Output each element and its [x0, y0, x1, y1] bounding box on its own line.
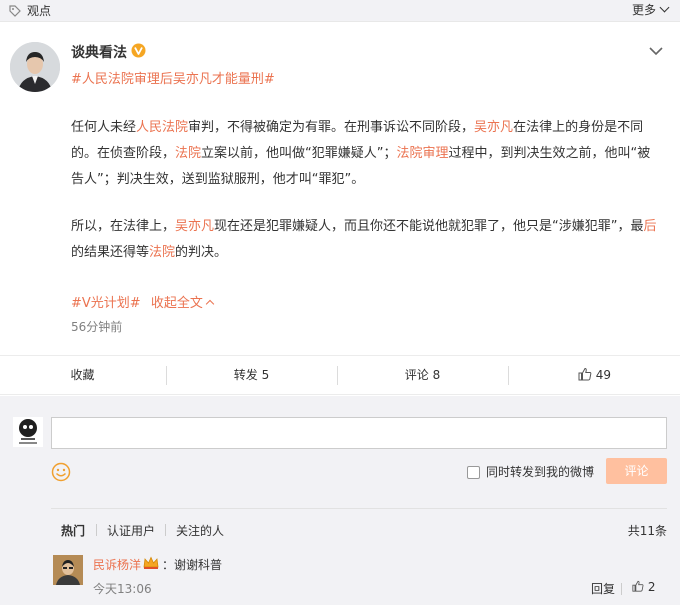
divider — [51, 508, 667, 509]
repost-label: 转发 5 — [233, 368, 270, 382]
thumbs-up-icon — [632, 580, 644, 592]
comment-total-count: 共11条 — [627, 524, 667, 538]
tab-following[interactable]: 关注的人 — [176, 522, 224, 539]
emoji-icon[interactable] — [51, 462, 71, 482]
highlight-keyword-link[interactable]: 人民法院 — [136, 120, 188, 135]
chevron-down-icon — [659, 2, 670, 13]
more-label: 更多 — [631, 3, 656, 17]
post-timestamp: 56分钟前 — [71, 320, 123, 334]
comment-like-button[interactable]: 2 — [632, 580, 655, 594]
comment-text: ：谢谢科普 — [162, 558, 223, 572]
highlight-keyword-link[interactable]: 吴亦凡 — [175, 219, 214, 234]
submit-label: 评论 — [624, 464, 649, 478]
reply-button[interactable]: 回复 — [591, 580, 615, 597]
tab-verified-users[interactable]: 认证用户 — [107, 522, 155, 539]
like-button[interactable]: 49 — [509, 356, 680, 394]
author-avatar[interactable] — [10, 42, 60, 92]
comment-label: 评论 8 — [404, 368, 441, 382]
more-button[interactable]: 更多 — [631, 1, 670, 18]
repost-checkbox[interactable] — [467, 466, 480, 479]
post-text: 所以，在法律上， — [71, 219, 176, 234]
commenter-avatar[interactable] — [53, 555, 83, 585]
portrait-image — [53, 555, 83, 585]
collapse-label: 收起全文 — [150, 296, 203, 311]
chevron-down-icon[interactable] — [649, 46, 663, 56]
topic-tag-link[interactable]: #V光计划# — [71, 296, 141, 311]
tag-icon — [9, 5, 21, 17]
divider — [96, 524, 97, 536]
card-tag-label: 观点 — [27, 4, 52, 18]
post-text: 的结果还得等 — [71, 245, 150, 260]
current-user-avatar — [13, 417, 43, 447]
favorite-button[interactable]: 收藏 — [0, 356, 165, 394]
highlight-keyword-link[interactable]: 吴亦凡 — [474, 120, 513, 135]
post-paragraph-2: 所以，在法律上，吴亦凡现在还是犯罪嫌疑人，而且你还不能说他就犯罪了，他只是“涉嫌… — [71, 214, 661, 266]
chevron-up-icon — [205, 299, 215, 309]
repost-checkbox-label: 同时转发到我的微博 — [486, 465, 595, 479]
post-text: 任何人未经 — [71, 120, 137, 135]
author-name[interactable]: 谈典看法 — [71, 42, 127, 62]
comment-button[interactable]: 评论 8 — [338, 356, 507, 394]
post-tags: #V光计划# 收起全文 — [71, 292, 215, 311]
action-bar: 收藏 转发 5 评论 8 49 — [0, 355, 680, 395]
verified-badge-icon — [131, 43, 146, 58]
collapse-fulltext-link[interactable]: 收起全文 — [150, 296, 215, 311]
cartoon-avatar-image — [13, 417, 43, 447]
divider — [165, 524, 166, 536]
highlight-keyword-link[interactable]: 法院 — [175, 146, 201, 161]
commenter-name[interactable]: 民诉杨洋 — [93, 556, 141, 573]
topic-link[interactable]: #人民法院审理后吴亦凡才能量刑# — [71, 68, 275, 87]
divider — [621, 583, 622, 595]
post-text: 审判，不得被确定为有罪。在刑事诉讼不同阶段， — [188, 120, 475, 135]
tab-hot[interactable]: 热门 — [61, 522, 85, 539]
repost-button[interactable]: 转发 5 — [167, 356, 336, 394]
comment-input[interactable] — [51, 417, 667, 449]
post-text: 现在还是犯罪嫌疑人，而且你还不能说他就犯罪了，他只是“涉嫌犯罪”，最 — [214, 219, 644, 234]
submit-comment-button[interactable]: 评论 — [606, 458, 667, 484]
card-title-bar: 观点 更多 — [0, 0, 680, 22]
thumbs-up-icon — [578, 367, 592, 381]
post-paragraph-1: 任何人未经人民法院审判，不得被确定为有罪。在刑事诉讼不同阶段，吴亦凡在法律上的身… — [71, 115, 661, 193]
portrait-image — [10, 42, 60, 92]
like-count: 49 — [595, 368, 612, 382]
comment-like-count: 2 — [647, 580, 656, 594]
highlight-keyword-link[interactable]: 法院 — [149, 245, 175, 260]
highlight-keyword-link[interactable]: 法院审理 — [397, 146, 449, 161]
favorite-label: 收藏 — [70, 368, 95, 382]
post-text: 的判决。 — [175, 245, 228, 260]
post-text: 立案以前，他叫做“犯罪嫌疑人”； — [201, 146, 397, 161]
highlight-keyword-link[interactable]: 后 — [644, 219, 657, 234]
comment-timestamp: 今天13:06 — [93, 582, 152, 596]
crown-badge-icon — [143, 556, 159, 569]
